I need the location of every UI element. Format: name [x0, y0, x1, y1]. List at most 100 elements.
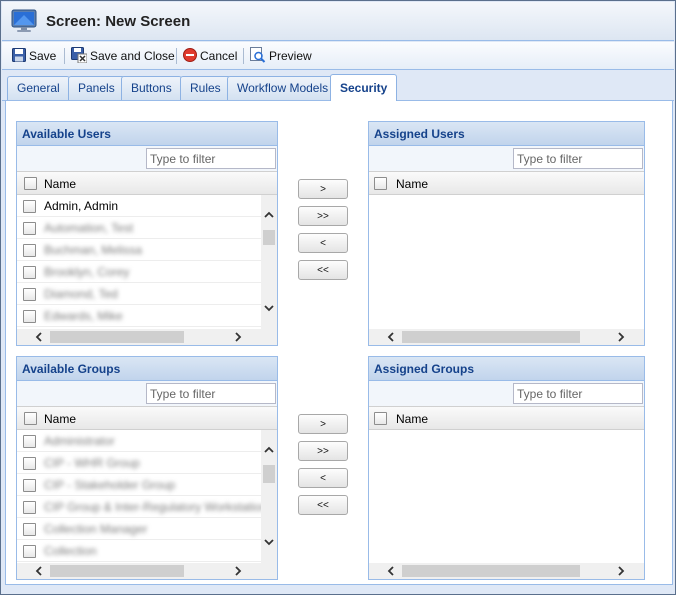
preview-icon [250, 46, 269, 66]
scroll-up-icon[interactable] [264, 209, 274, 221]
row-name: Automation, Test [44, 221, 134, 235]
row-checkbox[interactable] [23, 545, 36, 558]
row-checkbox[interactable] [23, 266, 36, 279]
scroll-down-icon[interactable] [264, 537, 274, 549]
select-all-checkbox[interactable] [24, 177, 37, 190]
scroll-left-icon[interactable] [35, 566, 42, 579]
add-all-users-button[interactable]: >> [298, 206, 348, 226]
table-row[interactable]: Administrator [17, 430, 261, 452]
table-row[interactable]: CIP - Stakeholder Group [17, 474, 261, 496]
row-checkbox[interactable] [23, 222, 36, 235]
security-content: Available Users Name Admin, Admin Automa… [5, 101, 673, 585]
cancel-button[interactable]: Cancel [183, 46, 237, 66]
scroll-up-icon[interactable] [264, 444, 274, 456]
scroll-left-icon[interactable] [387, 566, 394, 579]
column-header-name[interactable]: Name [44, 177, 76, 191]
grid-header: Name [369, 171, 644, 195]
panel-title: Assigned Groups [369, 357, 644, 381]
tab-workflow-models[interactable]: Workflow Models [227, 76, 339, 100]
save-button[interactable]: Save [12, 46, 56, 66]
row-checkbox[interactable] [23, 523, 36, 536]
scroll-thumb[interactable] [263, 465, 275, 483]
scroll-thumb[interactable] [50, 331, 184, 343]
monitor-icon [10, 7, 38, 35]
available-users-filter-input[interactable] [146, 148, 276, 169]
toolbar: Save Save and Close Cancel Preview [2, 42, 674, 70]
scroll-right-icon[interactable] [618, 332, 625, 345]
row-name: Brooklyn, Corey [44, 265, 130, 279]
tab-rules[interactable]: Rules [180, 76, 231, 100]
save-and-close-label: Save and Close [90, 49, 175, 63]
table-row[interactable]: Buchman, Melissa [17, 239, 261, 261]
horizontal-scrollbar[interactable] [369, 563, 644, 579]
scroll-thumb[interactable] [402, 331, 580, 343]
scroll-thumb[interactable] [50, 565, 184, 577]
scroll-left-icon[interactable] [387, 332, 394, 345]
tab-panels[interactable]: Panels [68, 76, 125, 100]
assigned-users-filter-input[interactable] [513, 148, 643, 169]
table-row[interactable]: Automation, Test [17, 217, 261, 239]
scroll-thumb[interactable] [263, 230, 275, 245]
row-name: Buchman, Melissa [44, 243, 143, 257]
table-row[interactable]: Diamond, Ted [17, 283, 261, 305]
column-header-name[interactable]: Name [396, 177, 428, 191]
row-checkbox[interactable] [23, 479, 36, 492]
select-all-checkbox[interactable] [374, 412, 387, 425]
vertical-scrollbar[interactable] [261, 430, 277, 563]
table-row[interactable]: CIP - WHR Group [17, 452, 261, 474]
assigned-users-panel: Assigned Users Name [368, 121, 645, 346]
table-row[interactable]: Admin, Admin [17, 195, 261, 217]
row-name: CIP - Stakeholder Group [44, 478, 176, 492]
column-header-name[interactable]: Name [44, 412, 76, 426]
row-checkbox[interactable] [23, 501, 36, 514]
preview-label: Preview [269, 49, 312, 63]
remove-user-button[interactable]: < [298, 233, 348, 253]
scroll-right-icon[interactable] [235, 566, 242, 579]
horizontal-scrollbar[interactable] [17, 563, 277, 579]
table-row[interactable]: Collection Manager [17, 518, 261, 540]
select-all-checkbox[interactable] [24, 412, 37, 425]
scroll-thumb[interactable] [402, 565, 580, 577]
row-checkbox[interactable] [23, 200, 36, 213]
remove-all-users-button[interactable]: << [298, 260, 348, 280]
horizontal-scrollbar[interactable] [369, 329, 644, 345]
tab-bar: General Panels Buttons Rules Workflow Mo… [2, 71, 674, 101]
add-all-groups-button[interactable]: >> [298, 441, 348, 461]
preview-button[interactable]: Preview [250, 46, 312, 66]
remove-all-groups-button[interactable]: << [298, 495, 348, 515]
row-checkbox[interactable] [23, 457, 36, 470]
row-checkbox[interactable] [23, 310, 36, 323]
column-header-name[interactable]: Name [396, 412, 428, 426]
scroll-left-icon[interactable] [35, 332, 42, 345]
row-checkbox[interactable] [23, 288, 36, 301]
toolbar-separator [176, 48, 177, 64]
tab-buttons[interactable]: Buttons [121, 76, 182, 100]
grid-header: Name [17, 171, 277, 195]
tab-security[interactable]: Security [330, 74, 398, 101]
save-close-icon [71, 46, 90, 66]
tab-general[interactable]: General [7, 76, 70, 100]
row-name: Edwards, Mike [44, 309, 123, 323]
scroll-down-icon[interactable] [264, 303, 274, 315]
scroll-right-icon[interactable] [618, 566, 625, 579]
assigned-groups-filter-input[interactable] [513, 383, 643, 404]
save-and-close-button[interactable]: Save and Close [71, 46, 175, 66]
table-row[interactable]: Collection [17, 540, 261, 562]
table-row[interactable]: Brooklyn, Corey [17, 261, 261, 283]
row-checkbox[interactable] [23, 244, 36, 257]
row-checkbox[interactable] [23, 435, 36, 448]
title-bar: Screen: New Screen [2, 2, 674, 41]
available-groups-filter-input[interactable] [146, 383, 276, 404]
table-row[interactable]: CIP Group & Inter-Regulatory Workstation [17, 496, 268, 518]
scroll-right-icon[interactable] [235, 332, 242, 345]
horizontal-scrollbar[interactable] [17, 329, 277, 345]
add-user-button[interactable]: > [298, 179, 348, 199]
toolbar-separator [64, 48, 65, 64]
table-row[interactable]: Edwards, Mike [17, 305, 261, 327]
assigned-groups-panel: Assigned Groups Name [368, 356, 645, 580]
vertical-scrollbar[interactable] [261, 195, 277, 329]
select-all-checkbox[interactable] [374, 177, 387, 190]
remove-group-button[interactable]: < [298, 468, 348, 488]
add-group-button[interactable]: > [298, 414, 348, 434]
panel-title: Assigned Users [369, 122, 644, 146]
